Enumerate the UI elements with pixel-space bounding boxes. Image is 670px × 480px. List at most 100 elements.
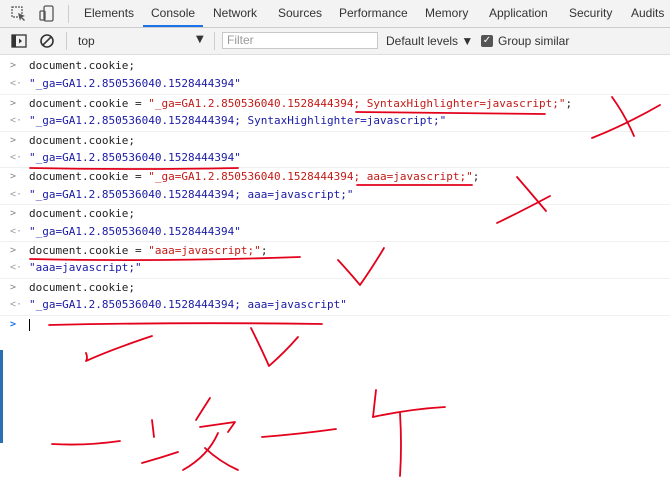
tab-console[interactable]: Console: [142, 0, 204, 27]
result-arrow-icon: <·: [10, 225, 23, 237]
console-input-line: > document.cookie;: [0, 204, 670, 223]
result-arrow-icon: <·: [10, 115, 23, 127]
string-literal: "_ga=GA1.2.850536040.1528444394; aaa=jav…: [29, 298, 347, 312]
string-literal: "_ga=GA1.2.850536040.1528444394; aaa=jav…: [148, 170, 473, 184]
code-text: document.cookie;: [29, 207, 135, 221]
console-text: document.cookie = "_ga=GA1.2.850536040.1…: [29, 168, 479, 186]
code-text: document.cookie;: [29, 133, 135, 147]
handwritten-character: [372, 406, 446, 418]
window-edge: [0, 350, 3, 443]
toolbar-separator: [66, 32, 67, 50]
console-text: "_ga=GA1.2.850536040.1528444394; aaa=jav…: [29, 296, 347, 314]
result-arrow-icon: <·: [10, 188, 23, 200]
handwritten-character: [195, 397, 211, 421]
console-text: "aaa=javascript;": [29, 259, 142, 277]
context-selector[interactable]: top: [78, 28, 95, 54]
toolbar-separator: [214, 32, 215, 50]
console-text: document.cookie;: [29, 279, 135, 297]
handwritten-character: [51, 440, 121, 446]
tab-performance[interactable]: Performance: [339, 0, 408, 27]
code-text: document.cookie;: [29, 280, 135, 294]
tab-separator: [68, 5, 69, 23]
handwritten-character: [141, 451, 179, 464]
console-prompt[interactable]: >: [0, 314, 670, 334]
console-input-line: > document.cookie;: [0, 277, 670, 297]
chevron-down-icon[interactable]: ▼: [196, 34, 204, 45]
console-input-line: > document.cookie;: [0, 57, 670, 75]
tab-audits[interactable]: Audits: [631, 0, 664, 27]
input-chevron-icon: >: [10, 281, 17, 293]
console-text: "_ga=GA1.2.850536040.1528444394": [29, 149, 241, 167]
handwritten-character: [372, 389, 377, 418]
console-result-line: <· "_ga=GA1.2.850536040.1528444394": [0, 75, 670, 93]
handwritten-character: [151, 419, 155, 438]
string-literal: "_ga=GA1.2.850536040.1528444394; aaa=jav…: [29, 187, 354, 201]
console-result-line: <· "aaa=javascript;": [0, 259, 670, 277]
string-literal: "_ga=GA1.2.850536040.1528444394; SyntaxH…: [148, 96, 566, 110]
console-result-line: <· "_ga=GA1.2.850536040.1528444394": [0, 149, 670, 167]
check-mark: [250, 327, 299, 367]
console-result-line: <· "_ga=GA1.2.850536040.1528444394; aaa=j…: [0, 296, 670, 314]
string-literal: "aaa=javascript;": [29, 261, 142, 275]
string-literal: "_ga=GA1.2.850536040.1528444394; SyntaxH…: [29, 114, 447, 128]
console-input-line: > document.cookie = "aaa=javascript;";: [0, 241, 670, 260]
console-toolbar: top ▼ Filter Default levels ▼ ✓ Group si…: [0, 28, 670, 55]
group-similar-checkbox[interactable]: ✓: [481, 35, 493, 47]
console-text: "_ga=GA1.2.850536040.1528444394": [29, 223, 241, 241]
tab-memory[interactable]: Memory: [425, 0, 468, 27]
devtools-tab-bar: Elements Console Network Sources Performance…: [0, 0, 670, 28]
clear-console-icon[interactable]: [38, 32, 56, 50]
console-text: "_ga=GA1.2.850536040.1528444394; SyntaxH…: [29, 112, 446, 130]
result-arrow-icon: <·: [10, 78, 23, 90]
string-literal: "_ga=GA1.2.850536040.1528444394": [29, 224, 241, 238]
handwritten-character: [182, 432, 219, 471]
device-toggle-icon[interactable]: [38, 5, 56, 23]
input-chevron-icon: >: [10, 60, 17, 71]
input-chevron-icon: >: [10, 134, 17, 146]
code-text: document.cookie =: [29, 170, 149, 184]
console-result-line: <· "_ga=GA1.2.850536040.1528444394": [0, 223, 670, 241]
handwritten-character: [199, 421, 236, 433]
default-levels-dropdown[interactable]: Default levels ▼: [386, 28, 473, 54]
console-text: document.cookie;: [29, 205, 135, 223]
console-text: document.cookie = "aaa=javascript;";: [29, 242, 267, 260]
code-text: document.cookie =: [29, 96, 149, 110]
tab-application[interactable]: Application: [489, 0, 548, 27]
code-text: document.cookie =: [29, 244, 149, 257]
console-text: "_ga=GA1.2.850536040.1528444394": [29, 75, 241, 93]
tab-network[interactable]: Network: [213, 0, 257, 27]
filter-input[interactable]: Filter: [222, 32, 378, 49]
console-text: document.cookie;: [29, 132, 135, 150]
console-text: document.cookie;: [29, 57, 135, 75]
console-result-line: <· "_ga=GA1.2.850536040.1528444394; aaa=j…: [0, 186, 670, 204]
handwritten-character: [399, 412, 402, 477]
input-chevron-icon: >: [10, 97, 17, 109]
console-text: "_ga=GA1.2.850536040.1528444394; aaa=jav…: [29, 186, 354, 204]
tab-security[interactable]: Security: [569, 0, 612, 27]
handwritten-character: [204, 447, 239, 471]
console-result-line: <· "_ga=GA1.2.850536040.1528444394; Synta…: [0, 112, 670, 130]
code-text: document.cookie;: [29, 59, 135, 72]
inspect-icon[interactable]: [10, 5, 28, 23]
console-input-line: > document.cookie;: [0, 130, 670, 150]
check-mark: [85, 335, 153, 362]
console-input-line: > document.cookie = "_ga=GA1.2.850536040.…: [0, 167, 670, 186]
text-caret: [29, 318, 30, 331]
input-chevron-icon: >: [10, 171, 17, 183]
code-text: ;: [260, 244, 268, 257]
console-input-line: > document.cookie = "_ga=GA1.2.850536040.…: [0, 93, 670, 113]
result-arrow-icon: <·: [10, 299, 23, 311]
input-chevron-icon: >: [10, 245, 17, 256]
result-arrow-icon: <·: [10, 152, 23, 163]
tab-sources[interactable]: Sources: [278, 0, 322, 27]
string-literal: "_ga=GA1.2.850536040.1528444394": [29, 151, 241, 164]
string-literal: "aaa=javascript;": [148, 244, 261, 257]
code-text: ;: [472, 170, 480, 184]
handwritten-character: [261, 428, 337, 438]
group-similar-label: Group similar: [498, 34, 570, 48]
sidebar-toggle-icon[interactable]: [10, 32, 28, 50]
tab-elements[interactable]: Elements: [84, 0, 134, 27]
code-text: ;: [565, 96, 573, 110]
result-arrow-icon: <·: [10, 262, 23, 274]
prompt-chevron-icon: >: [10, 318, 17, 330]
